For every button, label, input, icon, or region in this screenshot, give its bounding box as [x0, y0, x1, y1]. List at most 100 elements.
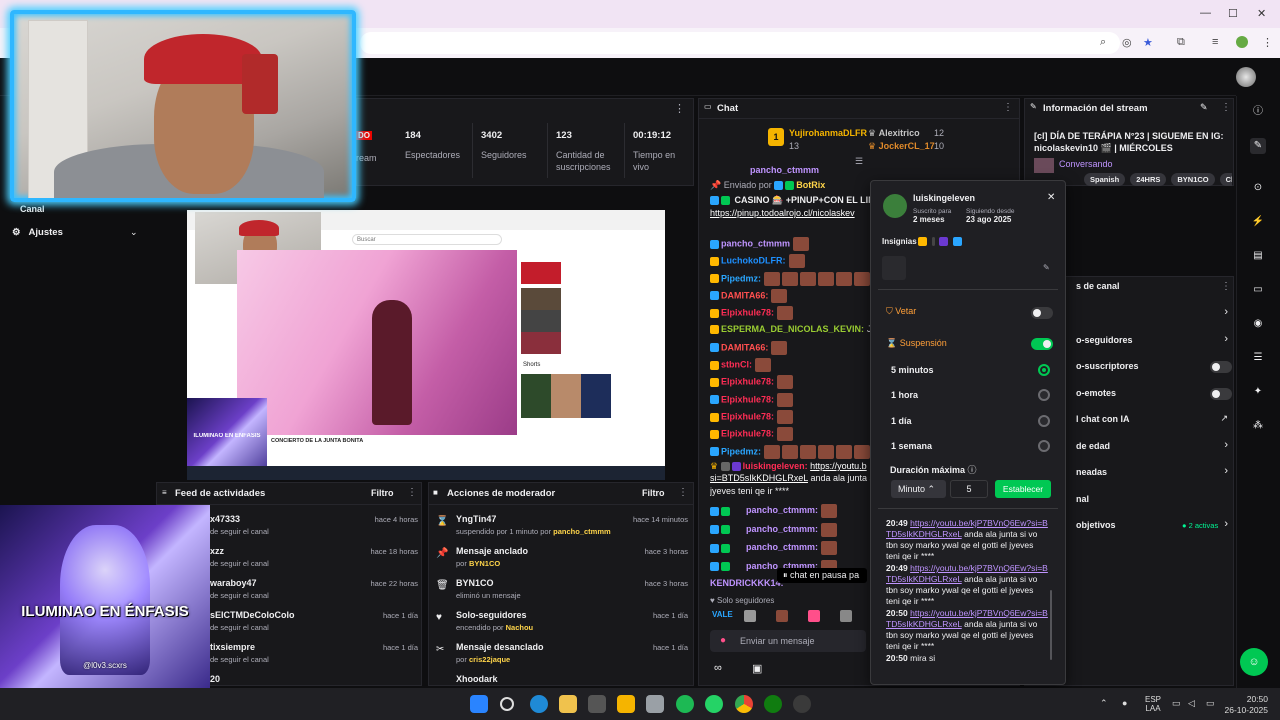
chat-user[interactable]: Elpixhule78: [721, 394, 774, 404]
ban-toggle[interactable] [1031, 307, 1053, 319]
emote-icon[interactable]: VALE [712, 610, 733, 619]
chat-user[interactable]: DAMITA66: [721, 342, 768, 352]
unit-select[interactable]: Minuto ⌃ [891, 480, 946, 498]
minimize-button[interactable]: — [1200, 7, 1211, 19]
stream-info-menu-icon[interactable]: ⋮ [1221, 102, 1231, 113]
duration-input[interactable]: 5 [950, 480, 988, 498]
mod-action-by[interactable]: cris22jaque [469, 655, 510, 664]
chat-user[interactable]: KENDRICKKK14: [710, 578, 784, 588]
ban-row[interactable]: ⛉ Vetar [886, 306, 916, 317]
eye-off-icon[interactable]: ◎ [1122, 36, 1132, 49]
settings-row[interactable]: objetivos ● 2 activas › [1076, 517, 1232, 537]
volume-icon[interactable]: ◁ [1188, 698, 1195, 709]
chat-user[interactable]: DAMITA66: [721, 290, 768, 300]
app-icon[interactable] [793, 695, 811, 713]
edit-stream-icon[interactable]: ✎ [1200, 102, 1208, 113]
settings-row[interactable]: de edad › [1076, 438, 1232, 458]
camera-icon[interactable]: ⊙ [1250, 180, 1266, 196]
tag[interactable]: Chile [1219, 173, 1232, 186]
network-icon[interactable]: ▭ [1172, 698, 1181, 709]
chrome-icon[interactable] [735, 695, 753, 713]
category-name[interactable]: Conversando [1059, 159, 1113, 169]
settings-row[interactable]: neadas › [1076, 464, 1232, 484]
chat-user[interactable]: luiskingeleven: [743, 461, 808, 471]
leader-3[interactable]: ♛ JockerCL_17 [868, 141, 935, 152]
mod-action-by[interactable]: pancho_ctmmm [553, 527, 611, 536]
list-item[interactable]: 🗑 BYN1CO eliminó un mensaje hace 3 horas [434, 576, 690, 606]
folder-icon[interactable] [617, 695, 635, 713]
emote-icon[interactable] [776, 610, 788, 622]
chat-user[interactable]: pancho_ctmmm: [746, 542, 818, 552]
tag[interactable]: BYN1CO [1171, 173, 1215, 186]
spotify-icon[interactable] [676, 695, 694, 713]
whatsapp-icon[interactable] [705, 695, 723, 713]
app-icon[interactable] [588, 695, 606, 713]
user-card-username[interactable]: luiskingeleven [913, 193, 975, 203]
chat-input[interactable]: ● Enviar un mensaje [710, 630, 866, 652]
timeout-option[interactable]: 1 día [890, 414, 1054, 429]
timeout-toggle[interactable] [1031, 338, 1053, 350]
list-item[interactable]: sEICTMDeColoColo de seguir el canal hace 1… [210, 608, 418, 638]
timeout-row[interactable]: ⌛ Suspensión [886, 338, 947, 349]
radio-button[interactable] [1038, 389, 1050, 402]
chat-user[interactable]: Elpixhule78: [721, 411, 774, 421]
list-item[interactable]: x47333 de seguir el canal hace 4 horas [210, 512, 418, 542]
settings-menu-icon[interactable]: ⋮ [1221, 281, 1231, 292]
radio-button[interactable] [1038, 364, 1050, 376]
address-bar[interactable] [360, 32, 1120, 54]
profile-avatar[interactable] [1236, 36, 1248, 48]
feed-filter-button[interactable]: Filtro [371, 488, 394, 498]
extensions-icon[interactable]: ⧉ [1177, 36, 1185, 49]
chat-user[interactable]: stbnCl: [721, 359, 752, 369]
battery-icon[interactable]: ▭ [1206, 698, 1215, 709]
chat-bubble-icon[interactable]: ▭ [1250, 282, 1266, 298]
close-window-button[interactable]: ✕ [1257, 7, 1266, 20]
nodes-icon[interactable]: ⁂ [1250, 418, 1266, 434]
chevron-up-icon[interactable]: ⌃ [1100, 698, 1108, 709]
radio-button[interactable] [1038, 414, 1050, 427]
edge-icon[interactable] [530, 695, 548, 713]
list-item[interactable]: ✂ Mensaje desanclado por cris22jaque hace 1… [434, 640, 690, 670]
list-item[interactable]: xzz de seguir el canal hace 18 horas [210, 544, 418, 574]
emote-icon[interactable] [808, 610, 820, 622]
feed-menu-icon[interactable]: ⋮ [407, 487, 417, 498]
pinned-link[interactable]: https://pinup.todoalrojo.cl/nicolaskev [710, 208, 868, 218]
settings-row[interactable]: o-suscriptores [1076, 358, 1232, 378]
mod-action-by[interactable]: Nachou [506, 623, 534, 632]
chat-user[interactable]: pancho_ctmmm [721, 238, 790, 248]
mic-icon[interactable]: ● [1122, 698, 1127, 708]
language-indicator[interactable]: ESP LAA [1145, 695, 1161, 713]
chat-user[interactable]: Pipedmz: [721, 446, 761, 456]
info-icon[interactable]: ⓘ [1250, 104, 1266, 120]
list-item[interactable]: 📌 Mensaje anclado por BYN1CO hace 3 horas [434, 544, 690, 574]
chat-user[interactable]: pancho_ctmmm: [746, 524, 818, 534]
search-icon[interactable] [500, 697, 514, 711]
clock[interactable]: 20:50 26-10-2025 [1224, 694, 1268, 716]
chat-link[interactable]: si=BTD5sIkKDHGLRxeL [710, 473, 808, 483]
bookmark-star-icon[interactable]: ★ [1143, 36, 1153, 49]
bolt-icon[interactable]: ⚡ [1250, 214, 1266, 230]
browser-menu-icon[interactable]: ⋮ [1262, 36, 1273, 49]
tag[interactable]: Spanish [1084, 173, 1126, 186]
timeout-option[interactable]: 5 minutos [890, 364, 1054, 378]
scrollbar[interactable] [1050, 590, 1052, 660]
timeout-option[interactable]: 1 semana [890, 439, 1054, 454]
chat-user[interactable]: Elpixhule78: [721, 308, 774, 318]
emote-icon[interactable] [744, 610, 756, 622]
mod-filter-button[interactable]: Filtro [642, 488, 665, 498]
toggle[interactable] [1210, 387, 1232, 400]
emote-icon[interactable] [840, 610, 852, 622]
timeout-option[interactable]: 1 hora [890, 389, 1054, 403]
broadcast-icon[interactable]: ◉ [1250, 316, 1266, 332]
chat-paused-banner[interactable]: ⏸ chat en pausa pa [777, 568, 867, 583]
nav-channel[interactable]: Canal [12, 204, 45, 214]
chat-user[interactable]: Elpixhule78: [721, 429, 774, 439]
list-item[interactable]: tixsiempre de seguir el canal hace 1 día [210, 640, 418, 670]
chat-user[interactable]: LuchokoDLFR: [721, 256, 786, 266]
media-icon[interactable]: ≡ [1212, 36, 1218, 48]
toggle[interactable] [1210, 361, 1232, 373]
list-item[interactable]: ⌛ YngTin47 suspendido por 1 minuto por pan… [434, 512, 690, 542]
start-icon[interactable] [470, 695, 488, 713]
emote-picker-icon[interactable]: ∞ [714, 662, 722, 674]
store-app-icon[interactable] [559, 695, 577, 713]
